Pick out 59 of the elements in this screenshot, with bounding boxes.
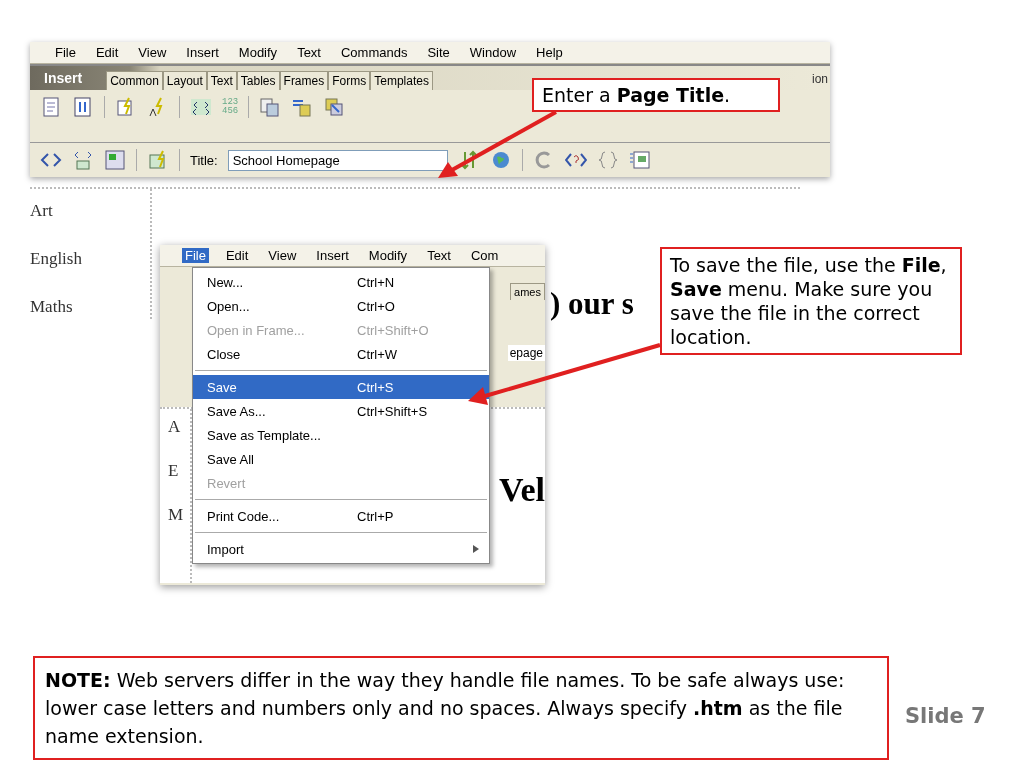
title-field[interactable]: epage [507,345,545,361]
page-link[interactable]: M [168,505,190,525]
tab[interactable]: Forms [328,71,371,90]
tab[interactable]: Layout [162,71,207,90]
menu-item[interactable]: Insert [313,248,352,263]
menu-item[interactable]: Import [193,537,489,561]
menu-item[interactable]: New... Ctrl+N [193,270,489,294]
menu-item[interactable]: Modify [235,45,281,60]
note-text: NOTE: Web servers differ in the way they handle file names. To be safe always use: lower case letters and numbers only and no spaces. Always specify .htm as the file name extension. [33,656,889,760]
menu-item[interactable]: Open... Ctrl+O [193,294,489,318]
insert-label: Insert [43,70,84,88]
design-view-icon[interactable] [104,149,126,171]
submenu-arrow-icon [473,545,479,553]
save-callout: To save the file, use the File, Save menu. Make sure you save the file in the correct location. [660,247,962,355]
title-field[interactable]: School Homepage [227,149,448,171]
menu-item[interactable]: Save as Template... [193,423,489,447]
menu-item[interactable]: Print Code... Ctrl+P [193,504,489,528]
menu-item[interactable]: File [182,248,209,263]
page-link[interactable]: Art [30,201,150,221]
tab[interactable]: Frames [279,71,329,90]
copy-pages-icon[interactable] [259,96,282,118]
menu-item[interactable]: Edit [222,248,252,263]
title-callout: Enter a Page Title. [532,78,780,112]
slide-number: Slide 7 [905,704,986,728]
menu-item[interactable]: File [52,45,79,60]
code-brackets-icon[interactable] [190,96,212,118]
page-link[interactable]: English [30,249,150,269]
menu-item[interactable]: Commands [337,45,411,60]
menu-item[interactable]: Close Ctrl+W [193,342,489,366]
menu-item[interactable]: Save As... Ctrl+Shift+S [193,399,489,423]
menu-item[interactable]: Site [424,45,453,60]
menu-item[interactable]: Window [466,45,520,60]
menu-item[interactable]: Modify [365,248,411,263]
split-view-icon[interactable] [72,149,94,171]
menu-item[interactable]: Com [467,248,502,263]
title-label: Title: [190,152,218,168]
menu-item[interactable]: View [265,248,300,263]
menu-item[interactable]: Save Ctrl+S [193,375,489,399]
braces-icon[interactable] [596,149,619,171]
page-heading: Vel [499,471,545,509]
sync-icon[interactable] [323,96,346,118]
tab[interactable]: ames [510,283,545,300]
menu-item[interactable]: Text [294,45,324,60]
menu-item[interactable]: Text [424,248,454,263]
page-link[interactable]: A [168,417,190,437]
menu-item[interactable]: Insert [183,45,222,60]
view-options-icon[interactable] [628,149,651,171]
document-icon[interactable] [40,96,62,118]
tab[interactable]: Templates [370,71,433,90]
page-link[interactable]: Maths [30,297,150,317]
menu-item[interactable]: Save All [193,447,489,471]
tab[interactable]: Text [206,71,237,90]
tab[interactable]: Common [106,71,163,90]
page-heading: ) our s [550,286,634,322]
menu-item[interactable]: Edit [92,45,122,60]
menu-item[interactable]: View [135,45,170,60]
tab[interactable]: Tables [236,71,280,90]
page-link[interactable]: E [168,461,190,481]
menu-item[interactable]: Help [533,45,566,60]
